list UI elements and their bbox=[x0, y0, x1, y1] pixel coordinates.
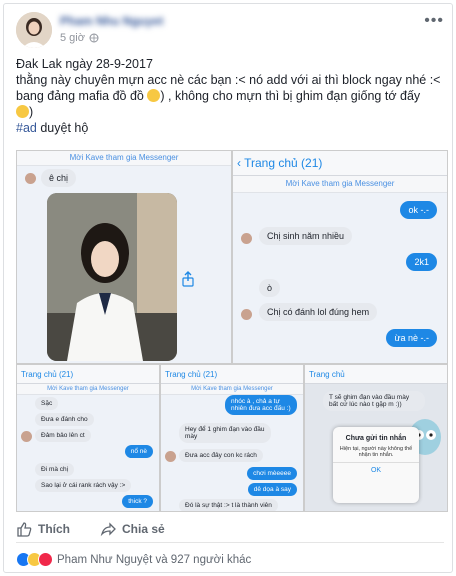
chat-bubble: dê dọa à say bbox=[247, 483, 297, 496]
chat-bubble: ò bbox=[259, 279, 281, 297]
alert-dialog: Chưa gửi tin nhắn Hiện tại, người này kh… bbox=[333, 427, 419, 503]
photo-2[interactable]: ‹ Trang chủ (21) Mời Kave tham gia Messe… bbox=[232, 150, 448, 364]
chat-bubble: ok -.- bbox=[400, 201, 437, 219]
back-label: Trang chủ (21) bbox=[21, 369, 74, 379]
chat-bubble: Đảm bảo lên ct bbox=[35, 429, 91, 442]
post-line-5: #ad duyệt hộ bbox=[16, 120, 444, 136]
sender-avatar bbox=[241, 233, 252, 244]
sender-avatar bbox=[165, 451, 176, 462]
thumbs-up-icon bbox=[17, 522, 32, 537]
post-line-1: Đak Lak ngày 28-9-2017 bbox=[16, 57, 153, 71]
messenger-banner: Mời Kave tham gia Messenger bbox=[17, 151, 231, 166]
hashtag-tail: duyệt hộ bbox=[36, 121, 89, 135]
chat-bubble: Đi mà chị bbox=[35, 463, 75, 476]
chat-header: Trang chủ (21) bbox=[161, 365, 303, 384]
share-icon[interactable] bbox=[181, 271, 195, 287]
photo-4[interactable]: Trang chủ (21) Mời Kave tham gia Messeng… bbox=[160, 364, 304, 512]
share-label: Chia sẻ bbox=[122, 522, 165, 536]
chat-bubble: Đưa acc đây con kc rách bbox=[179, 449, 263, 462]
photo-5[interactable]: Trang chủ T sẽ ghim đạn vào đầu mày bất … bbox=[304, 364, 448, 512]
chat-bubble: nổ nè bbox=[124, 445, 153, 458]
messenger-banner: Mời Kave tham gia Messenger bbox=[161, 384, 303, 395]
love-reaction-icon bbox=[38, 552, 53, 567]
share-button[interactable]: Chia sẻ bbox=[100, 521, 165, 537]
chat-bubble: Chị sinh năm nhiều bbox=[259, 227, 353, 245]
author-avatar[interactable] bbox=[16, 12, 52, 48]
sender-avatar bbox=[21, 431, 32, 442]
share-arrow-icon bbox=[100, 522, 116, 537]
chat-bubble: nhóc à , chả a tự nhiên đưa acc đấu :) bbox=[225, 395, 297, 415]
chat-bubble: T sẽ ghim đạn vào đầu mày bất cứ lúc nào… bbox=[323, 391, 425, 411]
back-label: Trang chủ (21) bbox=[165, 369, 218, 379]
messenger-banner: Mời Kave tham gia Messenger bbox=[17, 384, 159, 395]
photo-1[interactable]: Mời Kave tham gia Messenger ê chị bbox=[16, 150, 232, 364]
dialog-title: Chưa gửi tin nhắn bbox=[345, 435, 407, 442]
post-text: Đak Lak ngày 28-9-2017 thằng này chuyên … bbox=[16, 56, 444, 136]
chat-bubble: Sao lại ở cái rank rách vậy :> bbox=[35, 479, 132, 492]
chat-bubble: Đó là sự thật :> t là thành viên bbox=[179, 499, 278, 511]
smile-emoji-icon bbox=[16, 105, 29, 118]
chat-bubble: Đưa e đánh cho bbox=[35, 413, 94, 426]
chat-bubble: 2k1 bbox=[406, 253, 437, 271]
chat-bubble: Hey để 1 ghim đạn vào đầu mày bbox=[179, 423, 271, 443]
post-actions: Thích Chia sẻ bbox=[16, 516, 444, 543]
sender-avatar bbox=[25, 173, 36, 184]
chat-bubble: thick ? bbox=[122, 495, 153, 508]
like-button[interactable]: Thích bbox=[16, 521, 70, 537]
post-line-3-start: bang đảng mafia đồ đồ bbox=[16, 89, 144, 103]
author-name[interactable]: Pham Nhu Nguyet bbox=[60, 14, 170, 28]
back-label: Trang chủ bbox=[309, 369, 345, 379]
chat-header: Trang chủ bbox=[305, 365, 447, 384]
post-card: Pham Nhu Nguyet 5 giờ ••• Đak Lak ngày 2… bbox=[3, 3, 453, 573]
hashtag-link[interactable]: #ad bbox=[16, 121, 37, 135]
messenger-banner: Mời Kave tham gia Messenger bbox=[233, 176, 447, 193]
reactions-summary[interactable]: Pham Như Nguyệt và 927 người khác bbox=[16, 552, 251, 567]
chat-bubble: Chị có đánh lol đúng hem bbox=[259, 303, 378, 321]
chat-header: Trang chủ (21) bbox=[17, 365, 159, 384]
dialog-ok-button[interactable]: OK bbox=[333, 462, 419, 474]
reactions-text: Pham Như Nguyệt và 927 người khác bbox=[57, 553, 252, 566]
sender-avatar bbox=[241, 309, 252, 320]
more-options-icon[interactable]: ••• bbox=[424, 12, 444, 30]
chat-bubble: ừa nè -.- bbox=[386, 329, 437, 347]
post-time[interactable]: 5 giờ bbox=[60, 32, 99, 44]
globe-icon bbox=[89, 33, 99, 43]
chat-header: ‹ Trang chủ (21) bbox=[233, 151, 447, 176]
reaction-icons bbox=[16, 552, 53, 567]
post-line-2: thằng này chuyên mựn acc nè các bạn :< n… bbox=[16, 73, 441, 87]
like-label: Thích bbox=[38, 522, 70, 536]
post-line-4-text: ) bbox=[29, 105, 34, 119]
post-line-4: ) bbox=[16, 104, 444, 120]
chat-bubble: Sặc bbox=[35, 397, 59, 410]
chat-bubble: chơi mèeeee bbox=[247, 467, 297, 480]
shared-photo bbox=[47, 193, 177, 361]
chat-bubble: ê chị bbox=[41, 169, 77, 187]
photo-3[interactable]: Trang chủ (21) Mời Kave tham gia Messeng… bbox=[16, 364, 160, 512]
post-time-label: 5 giờ bbox=[60, 32, 85, 44]
post-line-3: bang đảng mafia đồ đồ ) , không cho mựn … bbox=[16, 88, 444, 104]
smile-emoji-icon bbox=[147, 89, 161, 102]
dialog-body: Hiện tại, người này không thể nhận tin n… bbox=[339, 446, 413, 458]
back-label: ‹ Trang chủ (21) bbox=[237, 156, 323, 170]
post-line-3-end: ) , không cho mựn thì bị ghim đạn giống … bbox=[160, 89, 421, 103]
